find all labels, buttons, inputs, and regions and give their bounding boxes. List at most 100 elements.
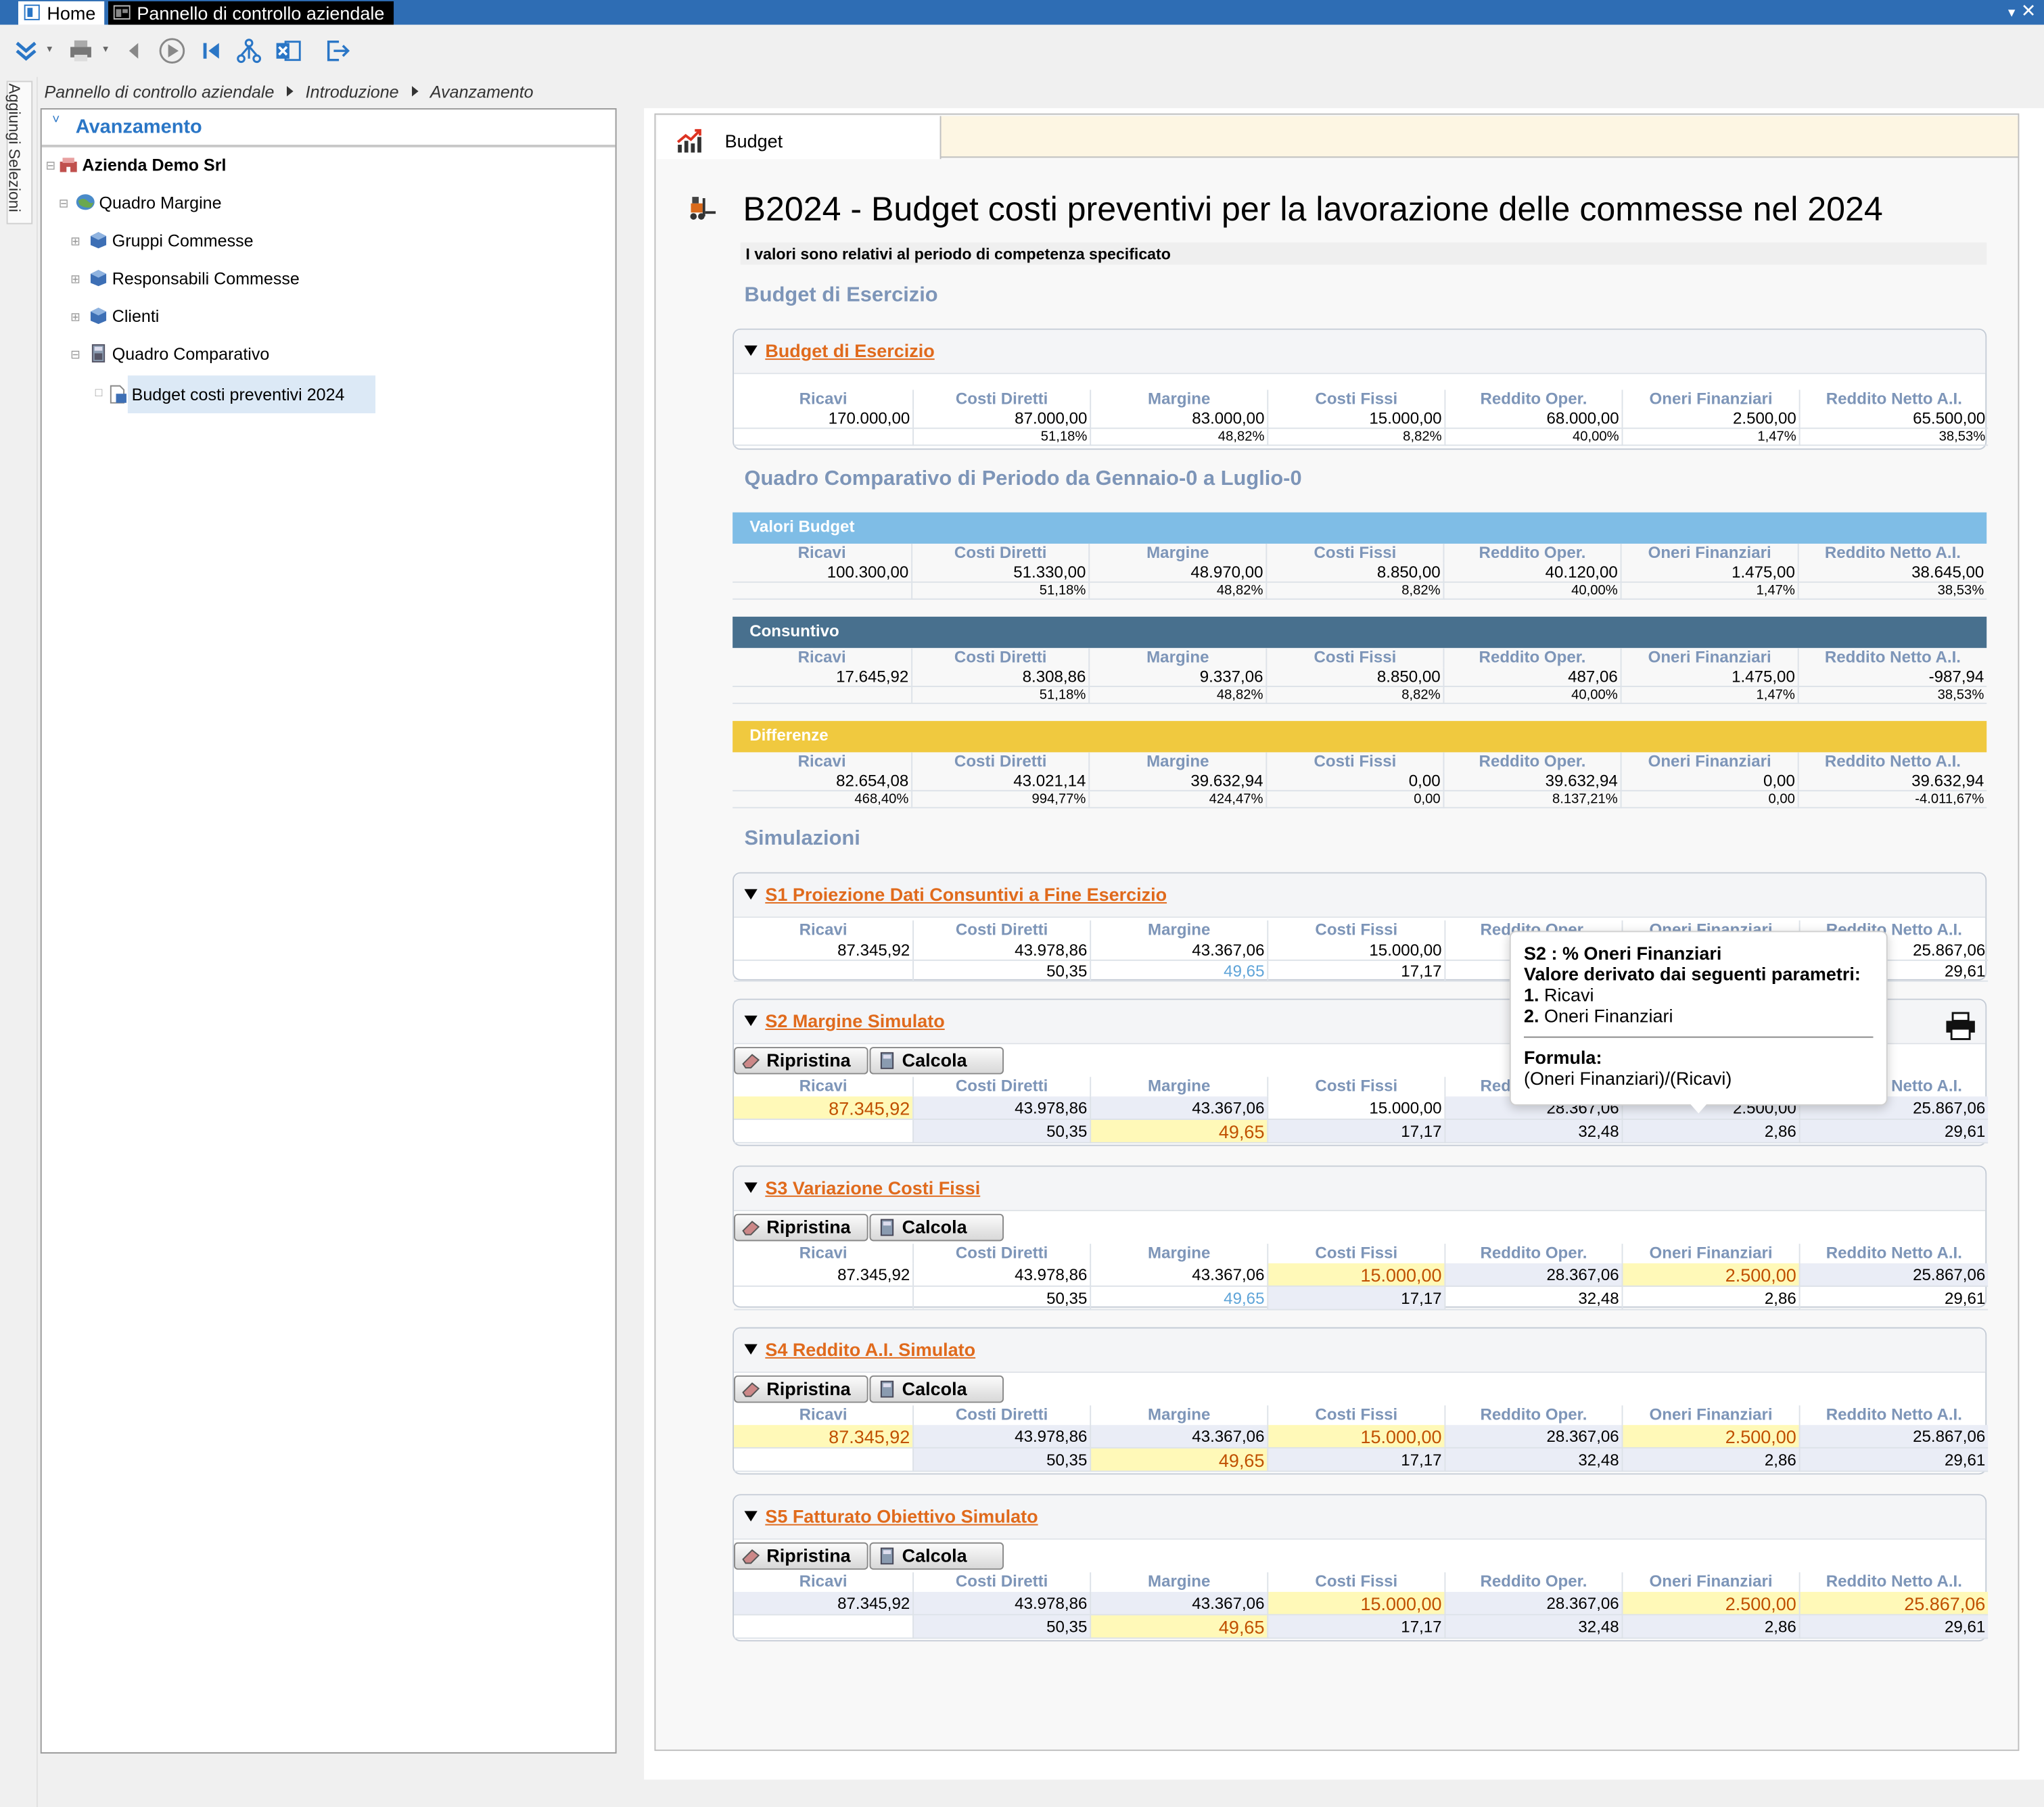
value-cell[interactable]: 68.000,00 (1444, 409, 1622, 429)
collapse-triangle-icon[interactable] (744, 345, 758, 356)
value-cell[interactable]: 487,06 (1443, 667, 1621, 687)
print-dropdown-icon[interactable]: ▾ (103, 43, 108, 55)
value-cell[interactable]: 83.000,00 (1090, 409, 1268, 429)
percent-cell[interactable]: 50,35 (912, 960, 1090, 982)
tree-node-azienda[interactable]: Azienda Demo Srl (59, 151, 226, 180)
percent-cell[interactable]: 48,82% (1088, 582, 1266, 600)
percent-cell[interactable]: 29,61 (1798, 1615, 1989, 1639)
percent-cell[interactable]: 1,47% (1621, 429, 1799, 446)
tree-node-clienti[interactable]: Clienti (89, 302, 159, 331)
tree-node-gruppi-commesse[interactable]: Gruppi Commesse (89, 227, 254, 255)
percent-cell[interactable]: 49,65 (1090, 1286, 1268, 1311)
value-cell[interactable]: 82.654,08 (733, 772, 912, 792)
percent-cell[interactable] (734, 1616, 913, 1639)
value-cell[interactable]: 8.850,00 (1265, 563, 1443, 583)
value-cell[interactable]: 15.000,00 (1267, 1263, 1445, 1287)
percent-cell[interactable]: 994,77% (911, 791, 1089, 809)
value-cell[interactable]: 28.367,06 (1444, 1591, 1622, 1616)
percent-cell[interactable]: 49,65 (1090, 960, 1268, 982)
value-cell[interactable]: 25.867,06 (1798, 1263, 1989, 1287)
sim-s2-title[interactable]: S2 Margine Simulato (744, 1010, 945, 1031)
percent-cell[interactable]: 29,61 (1798, 1286, 1989, 1311)
value-cell[interactable]: 43.367,06 (1090, 939, 1268, 961)
value-cell[interactable]: 170.000,00 (734, 409, 913, 429)
value-cell[interactable]: 15.000,00 (1267, 1591, 1445, 1616)
value-cell[interactable]: 2.500,00 (1621, 1263, 1799, 1287)
value-cell[interactable]: 43.367,06 (1090, 1096, 1268, 1121)
percent-cell[interactable] (734, 961, 913, 982)
ripristina-button[interactable]: Ripristina (734, 1375, 868, 1403)
percent-cell[interactable]: 17,17 (1267, 1286, 1445, 1311)
breadcrumb-item[interactable]: Pannello di controllo aziendale (45, 82, 275, 101)
tree-node-quadro-margine[interactable]: Quadro Margine (76, 189, 222, 218)
first-record-icon[interactable] (197, 37, 225, 65)
value-cell[interactable]: 51.330,00 (911, 563, 1089, 583)
window-menu-icon[interactable]: ▾ (2008, 4, 2016, 21)
sim-s1-title[interactable]: S1 Proiezione Dati Consuntivi a Fine Ese… (744, 884, 1167, 905)
ripristina-button[interactable]: Ripristina (734, 1047, 868, 1075)
percent-cell[interactable]: 32,48 (1444, 1286, 1622, 1311)
percent-cell[interactable] (734, 429, 913, 446)
back-icon[interactable] (120, 37, 148, 65)
sim-s4-header[interactable]: S4 Reddito A.I. Simulato (734, 1328, 1986, 1374)
value-cell[interactable]: 65.500,00 (1798, 409, 1989, 429)
percent-cell[interactable] (734, 1120, 913, 1144)
collapse-triangle-icon[interactable] (744, 1182, 758, 1193)
value-cell[interactable]: 40.120,00 (1443, 563, 1621, 583)
expand-dropdown-icon[interactable]: ▾ (47, 43, 52, 55)
percent-cell[interactable]: 2,86 (1621, 1286, 1799, 1311)
percent-cell[interactable]: 48,82% (1090, 429, 1268, 446)
tree-expander-icon[interactable]: ⊞ (70, 273, 80, 287)
percent-cell[interactable]: 49,65 (1090, 1120, 1268, 1144)
sim-s5-header[interactable]: S5 Fatturato Obiettivo Simulato (734, 1495, 1986, 1540)
sim-s3-header[interactable]: S3 Variazione Costi Fissi (734, 1167, 1986, 1211)
percent-cell[interactable] (733, 687, 912, 705)
print-icon[interactable] (66, 37, 95, 65)
value-cell[interactable]: 0,00 (1265, 772, 1443, 792)
value-cell[interactable]: 43.978,86 (912, 1263, 1090, 1287)
calcola-button[interactable]: Calcola (869, 1213, 1004, 1242)
sim-s4-title[interactable]: S4 Reddito A.I. Simulato (744, 1339, 975, 1360)
percent-cell[interactable]: -4.011,67% (1797, 791, 1987, 809)
percent-cell[interactable] (734, 1287, 913, 1311)
percent-cell[interactable]: 1,47% (1620, 686, 1798, 705)
percent-cell[interactable]: 51,18% (911, 582, 1089, 600)
tree-expander-icon[interactable]: ⊟ (59, 197, 69, 211)
percent-cell[interactable]: 32,48 (1444, 1120, 1622, 1144)
value-cell[interactable]: 38.645,00 (1797, 563, 1987, 583)
value-cell[interactable]: 48.970,00 (1088, 563, 1266, 583)
percent-cell[interactable]: 50,35 (912, 1448, 1090, 1472)
percent-cell[interactable]: 2,86 (1621, 1615, 1799, 1639)
value-cell[interactable]: 43.021,14 (911, 772, 1089, 792)
value-cell[interactable]: 17.645,92 (733, 667, 912, 687)
calcola-button[interactable]: Calcola (869, 1542, 1004, 1570)
value-cell[interactable]: 25.867,06 (1798, 1425, 1989, 1449)
sim-s1-header[interactable]: S1 Proiezione Dati Consuntivi a Fine Ese… (734, 873, 1986, 918)
percent-cell[interactable]: 8,82% (1265, 686, 1443, 705)
breadcrumb-item[interactable]: Avanzamento (430, 82, 534, 101)
percent-cell[interactable]: 2,86 (1621, 1120, 1799, 1144)
value-cell[interactable]: 43.978,86 (912, 1096, 1090, 1121)
value-cell[interactable]: 9.337,06 (1088, 667, 1266, 687)
percent-cell[interactable]: 8,82% (1267, 429, 1445, 446)
tree-panel-header[interactable]: ˅ Avanzamento (41, 110, 615, 147)
value-cell[interactable]: 100.300,00 (733, 563, 912, 583)
percent-cell[interactable]: 17,17 (1267, 1448, 1445, 1472)
value-cell[interactable]: 43.367,06 (1090, 1425, 1268, 1449)
tree-node-budget-2024[interactable]: Budget costi preventivi 2024 (127, 375, 376, 414)
percent-cell[interactable]: 2,86 (1621, 1448, 1799, 1472)
percent-cell[interactable]: 38,53% (1798, 429, 1989, 446)
value-cell[interactable]: 43.978,86 (912, 1591, 1090, 1616)
value-cell[interactable]: 15.000,00 (1267, 939, 1445, 961)
percent-cell[interactable]: 40,00% (1443, 582, 1621, 600)
collapse-triangle-icon[interactable] (744, 1344, 758, 1355)
print-icon[interactable] (1945, 1012, 1976, 1040)
percent-cell[interactable]: 38,53% (1797, 686, 1987, 705)
value-cell[interactable]: 2.500,00 (1621, 1425, 1799, 1449)
percent-cell[interactable]: 51,18% (911, 686, 1089, 705)
percent-cell[interactable]: 50,35 (912, 1120, 1090, 1144)
percent-cell[interactable]: 29,61 (1798, 1120, 1989, 1144)
value-cell[interactable]: 15.000,00 (1267, 1096, 1445, 1121)
value-cell[interactable]: 87.345,92 (734, 1591, 913, 1616)
value-cell[interactable]: 43.978,86 (912, 939, 1090, 961)
